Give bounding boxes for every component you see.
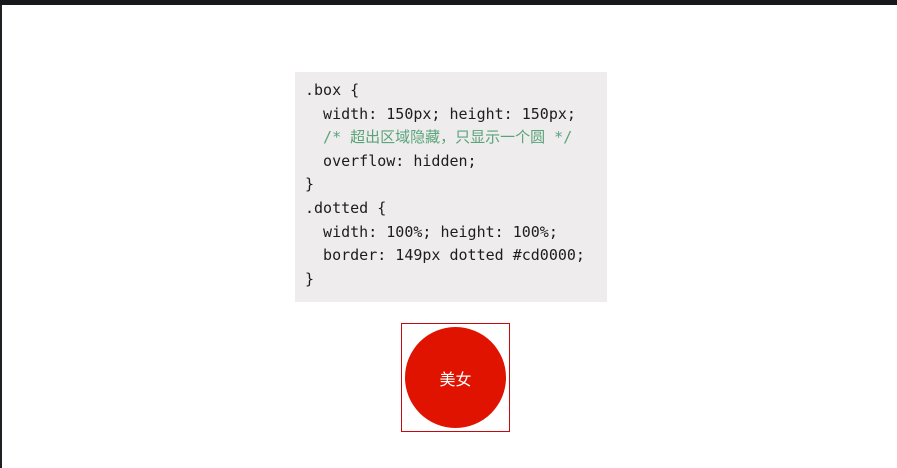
code-line: } [305, 175, 315, 194]
css-code-block: .box { width: 150px; height: 150px; /* 超… [295, 72, 607, 302]
window-left-edge [0, 5, 2, 468]
code-line: } [305, 269, 315, 288]
red-circle: 美女 [405, 327, 506, 428]
demo-box-frame: 美女 [401, 323, 510, 432]
code-line: width: 150px; height: 150px; [305, 104, 576, 123]
code-line: .dotted { [305, 198, 387, 217]
code-line: overflow: hidden; [305, 151, 477, 170]
code-line: .box { [305, 81, 360, 99]
code-comment-line: /* 超出区域隐藏，只显示一个圆 */ [305, 128, 573, 147]
demo-circle-label: 美女 [439, 369, 472, 389]
window-top-bar [0, 0, 897, 5]
code-line: border: 149px dotted #cd0000; [305, 246, 585, 265]
code-line: width: 100%; height: 100%; [305, 222, 558, 241]
